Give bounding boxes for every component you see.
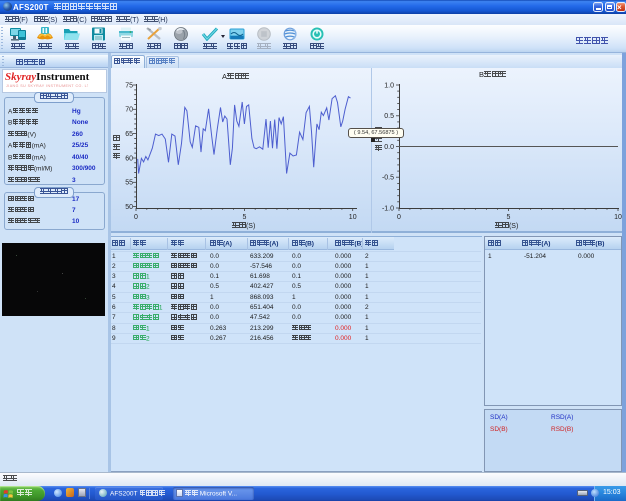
svg-text:10: 10	[614, 214, 622, 221]
svg-text:0.5: 0.5	[384, 113, 394, 120]
svg-text:0.0: 0.0	[384, 144, 394, 151]
svg-text:60: 60	[125, 155, 133, 162]
svg-text:10: 10	[349, 214, 357, 221]
svg-text:70: 70	[125, 107, 133, 114]
svg-text:5: 5	[242, 214, 246, 221]
svg-text:5: 5	[507, 214, 511, 221]
svg-text:-1.0: -1.0	[382, 205, 394, 212]
svg-text:0: 0	[134, 214, 138, 221]
svg-text:65: 65	[125, 131, 133, 138]
svg-text:1.0: 1.0	[384, 82, 394, 89]
svg-text:55: 55	[125, 180, 133, 187]
svg-text:-0.5: -0.5	[382, 175, 394, 182]
svg-text:75: 75	[125, 82, 133, 89]
svg-text:50: 50	[125, 204, 133, 211]
svg-text:0: 0	[397, 214, 401, 221]
